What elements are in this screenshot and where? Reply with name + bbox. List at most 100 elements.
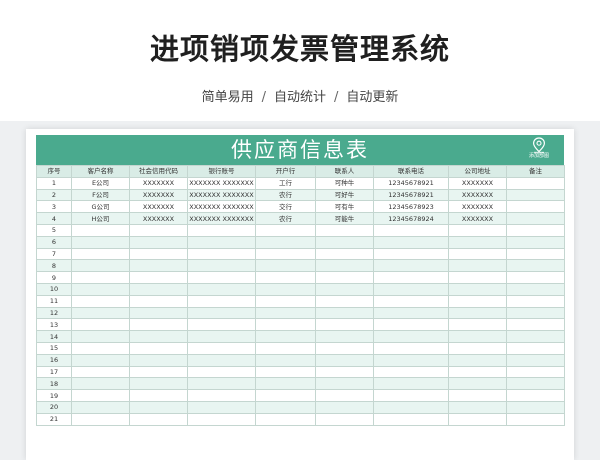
table-cell[interactable] bbox=[448, 389, 507, 402]
table-cell[interactable] bbox=[506, 400, 565, 414]
table-cell[interactable] bbox=[187, 353, 256, 367]
table-cell[interactable]: 4 bbox=[36, 212, 72, 225]
table-cell[interactable] bbox=[448, 412, 507, 426]
table-cell[interactable] bbox=[315, 294, 374, 308]
table-cell[interactable]: 可能牛 bbox=[315, 212, 374, 225]
table-cell[interactable] bbox=[71, 294, 130, 308]
table-cell[interactable] bbox=[448, 377, 507, 391]
table-cell[interactable] bbox=[255, 282, 316, 296]
table-cell[interactable]: XXXXXXX XXXXXXX bbox=[187, 176, 256, 190]
table-cell[interactable] bbox=[71, 235, 130, 249]
table-cell[interactable] bbox=[448, 247, 507, 261]
table-cell[interactable] bbox=[255, 259, 316, 273]
table-cell[interactable] bbox=[255, 377, 316, 391]
table-cell[interactable] bbox=[373, 389, 449, 402]
table-cell[interactable] bbox=[255, 306, 316, 320]
table-cell[interactable] bbox=[506, 318, 565, 332]
table-cell[interactable] bbox=[506, 282, 565, 296]
table-cell[interactable] bbox=[315, 365, 374, 379]
table-cell[interactable]: XXXXXXX XXXXXXX bbox=[187, 212, 256, 225]
table-cell[interactable] bbox=[373, 341, 449, 355]
table-cell[interactable]: XXXXXXX bbox=[448, 188, 507, 202]
table-cell[interactable] bbox=[187, 412, 256, 426]
table-cell[interactable]: 14 bbox=[36, 330, 72, 343]
table-cell[interactable]: 1 bbox=[36, 176, 72, 190]
table-cell[interactable]: 19 bbox=[36, 389, 72, 402]
table-cell[interactable] bbox=[129, 247, 188, 261]
table-cell[interactable] bbox=[315, 353, 374, 367]
table-cell[interactable] bbox=[506, 200, 565, 214]
table-cell[interactable]: 12345678923 bbox=[373, 200, 449, 214]
table-cell[interactable] bbox=[187, 389, 256, 402]
table-cell[interactable] bbox=[187, 235, 256, 249]
table-cell[interactable] bbox=[255, 318, 316, 332]
table-cell[interactable]: XXXXXXX bbox=[448, 212, 507, 225]
table-cell[interactable] bbox=[129, 223, 188, 237]
table-cell[interactable] bbox=[129, 400, 188, 414]
table-cell[interactable]: F公司 bbox=[71, 188, 130, 202]
table-cell[interactable]: XXXXXXX bbox=[129, 212, 188, 225]
table-cell[interactable]: 农行 bbox=[255, 188, 316, 202]
table-cell[interactable] bbox=[129, 389, 188, 402]
table-cell[interactable] bbox=[448, 259, 507, 273]
table-cell[interactable] bbox=[255, 353, 316, 367]
table-cell[interactable] bbox=[129, 318, 188, 332]
table-cell[interactable] bbox=[255, 400, 316, 414]
table-cell[interactable] bbox=[506, 377, 565, 391]
table-cell[interactable] bbox=[315, 389, 374, 402]
table-cell[interactable]: G公司 bbox=[71, 200, 130, 214]
table-cell[interactable] bbox=[187, 271, 256, 284]
table-cell[interactable] bbox=[187, 330, 256, 343]
table-cell[interactable] bbox=[506, 212, 565, 225]
table-cell[interactable]: 可好牛 bbox=[315, 188, 374, 202]
table-cell[interactable] bbox=[187, 223, 256, 237]
table-cell[interactable] bbox=[187, 259, 256, 273]
table-cell[interactable]: XXXXXXX bbox=[129, 188, 188, 202]
table-cell[interactable] bbox=[506, 341, 565, 355]
table-cell[interactable] bbox=[71, 271, 130, 284]
table-cell[interactable] bbox=[255, 223, 316, 237]
table-cell[interactable] bbox=[71, 400, 130, 414]
table-cell[interactable] bbox=[315, 282, 374, 296]
table-cell[interactable] bbox=[187, 282, 256, 296]
table-cell[interactable]: 18 bbox=[36, 377, 72, 391]
table-cell[interactable] bbox=[448, 365, 507, 379]
table-cell[interactable] bbox=[373, 306, 449, 320]
table-cell[interactable] bbox=[71, 365, 130, 379]
table-cell[interactable] bbox=[448, 235, 507, 249]
table-cell[interactable] bbox=[448, 294, 507, 308]
table-cell[interactable]: XXXXXXX bbox=[129, 176, 188, 190]
table-cell[interactable] bbox=[448, 341, 507, 355]
table-cell[interactable] bbox=[373, 282, 449, 296]
table-cell[interactable]: XXXXXXX XXXXXXX bbox=[187, 188, 256, 202]
table-cell[interactable] bbox=[71, 247, 130, 261]
table-cell[interactable] bbox=[506, 294, 565, 308]
table-cell[interactable] bbox=[315, 318, 374, 332]
table-cell[interactable] bbox=[315, 259, 374, 273]
table-cell[interactable] bbox=[187, 365, 256, 379]
table-cell[interactable] bbox=[71, 306, 130, 320]
table-cell[interactable] bbox=[373, 318, 449, 332]
table-cell[interactable]: 7 bbox=[36, 247, 72, 261]
table-cell[interactable]: 16 bbox=[36, 353, 72, 367]
table-cell[interactable] bbox=[373, 247, 449, 261]
table-cell[interactable] bbox=[71, 389, 130, 402]
table-cell[interactable] bbox=[71, 282, 130, 296]
table-cell[interactable] bbox=[255, 330, 316, 343]
table-cell[interactable] bbox=[129, 282, 188, 296]
table-cell[interactable] bbox=[373, 377, 449, 391]
table-cell[interactable] bbox=[448, 282, 507, 296]
table-cell[interactable]: 3 bbox=[36, 200, 72, 214]
table-cell[interactable]: 6 bbox=[36, 235, 72, 249]
table-cell[interactable] bbox=[187, 377, 256, 391]
table-cell[interactable]: 5 bbox=[36, 223, 72, 237]
table-cell[interactable] bbox=[187, 294, 256, 308]
table-cell[interactable] bbox=[315, 400, 374, 414]
table-cell[interactable]: 12 bbox=[36, 306, 72, 320]
table-cell[interactable]: 20 bbox=[36, 400, 72, 414]
table-cell[interactable]: 9 bbox=[36, 271, 72, 284]
table-cell[interactable] bbox=[373, 259, 449, 273]
table-cell[interactable] bbox=[315, 247, 374, 261]
table-cell[interactable]: 21 bbox=[36, 412, 72, 426]
table-cell[interactable]: 12345678924 bbox=[373, 212, 449, 225]
